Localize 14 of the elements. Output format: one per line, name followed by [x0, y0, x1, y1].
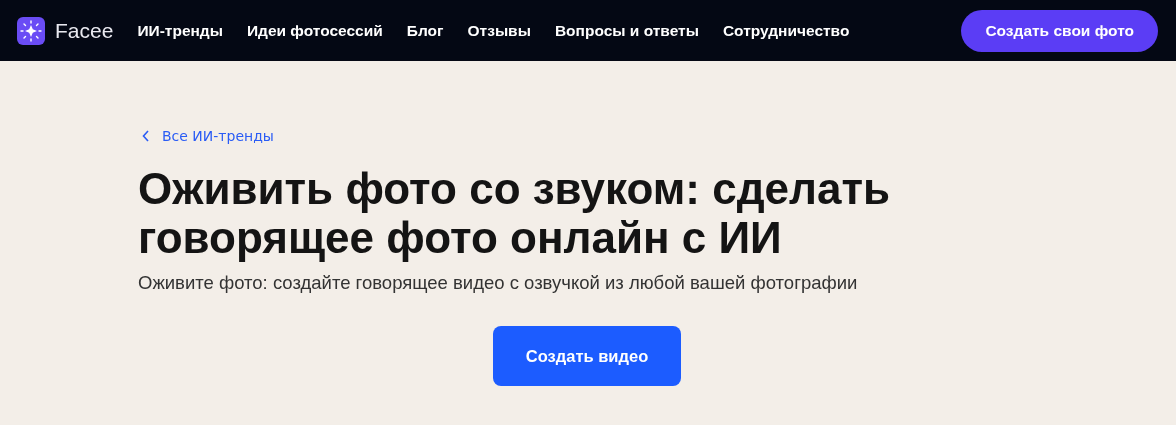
- logo-text[interactable]: Facee: [55, 18, 114, 43]
- sparkle-logo-icon: [17, 16, 45, 45]
- page-subtitle: Оживите фото: создайте говорящее видео с озвучкой из любой вашей фотографии: [138, 272, 859, 294]
- nav-link[interactable]: Вопросы и ответы: [554, 21, 699, 40]
- chevron-left-icon: [142, 130, 150, 142]
- nav-link[interactable]: Идеи фотосессий: [246, 21, 383, 40]
- nav-link[interactable]: Блог: [406, 21, 444, 40]
- page-title: Оживить фото со звуком: сделать говорящее фото онлайн с ИИ: [138, 164, 892, 262]
- back-link[interactable]: Все ИИ-тренды: [138, 128, 274, 144]
- nav-link[interactable]: Сотрудничество: [722, 21, 850, 40]
- nav-link[interactable]: ИИ-тренды: [137, 21, 223, 40]
- nav-link[interactable]: Отзывы: [467, 21, 531, 40]
- create-video-button[interactable]: Создать видео: [493, 326, 681, 386]
- create-photos-button[interactable]: Создать свои фото: [961, 9, 1158, 52]
